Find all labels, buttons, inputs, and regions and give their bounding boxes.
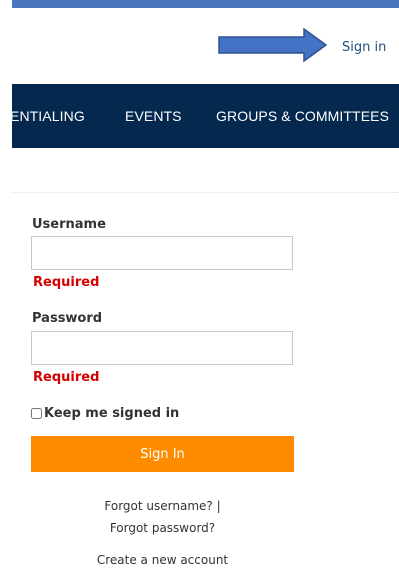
create-account-link[interactable]: Create a new account (97, 553, 228, 567)
nav-item-groups-committees[interactable]: GROUPS & COMMITTEES (216, 108, 389, 124)
username-required-message: Required (33, 275, 100, 290)
sign-in-link[interactable]: Sign in (342, 38, 386, 58)
nav-item-credentialing[interactable]: ENTIALING (12, 108, 85, 124)
password-required-message: Required (33, 370, 100, 385)
keep-signed-in-label: Keep me signed in (44, 405, 180, 421)
keep-signed-in-checkbox[interactable] (31, 407, 42, 419)
forgot-password-link[interactable]: Forgot password? (110, 521, 215, 535)
password-label: Password (32, 311, 103, 326)
forgot-password-row: Forgot password? (31, 520, 294, 536)
username-label: Username (32, 217, 106, 232)
create-account-row: Create a new account (31, 552, 294, 568)
nav-item-events[interactable]: EVENTS (125, 108, 182, 124)
forgot-username-row: Forgot username? | (31, 498, 294, 514)
password-input[interactable] (31, 331, 293, 365)
username-input[interactable] (31, 236, 293, 270)
top-accent-bar (12, 0, 399, 8)
forgot-username-link[interactable]: Forgot username? | (104, 499, 220, 513)
section-divider (12, 192, 399, 193)
main-navigation: ENTIALING EVENTS GROUPS & COMMITTEES (12, 84, 399, 148)
arrow-right-icon (218, 28, 328, 62)
sign-in-button[interactable]: Sign In (31, 436, 294, 472)
keep-signed-in-option[interactable]: Keep me signed in (31, 404, 179, 422)
